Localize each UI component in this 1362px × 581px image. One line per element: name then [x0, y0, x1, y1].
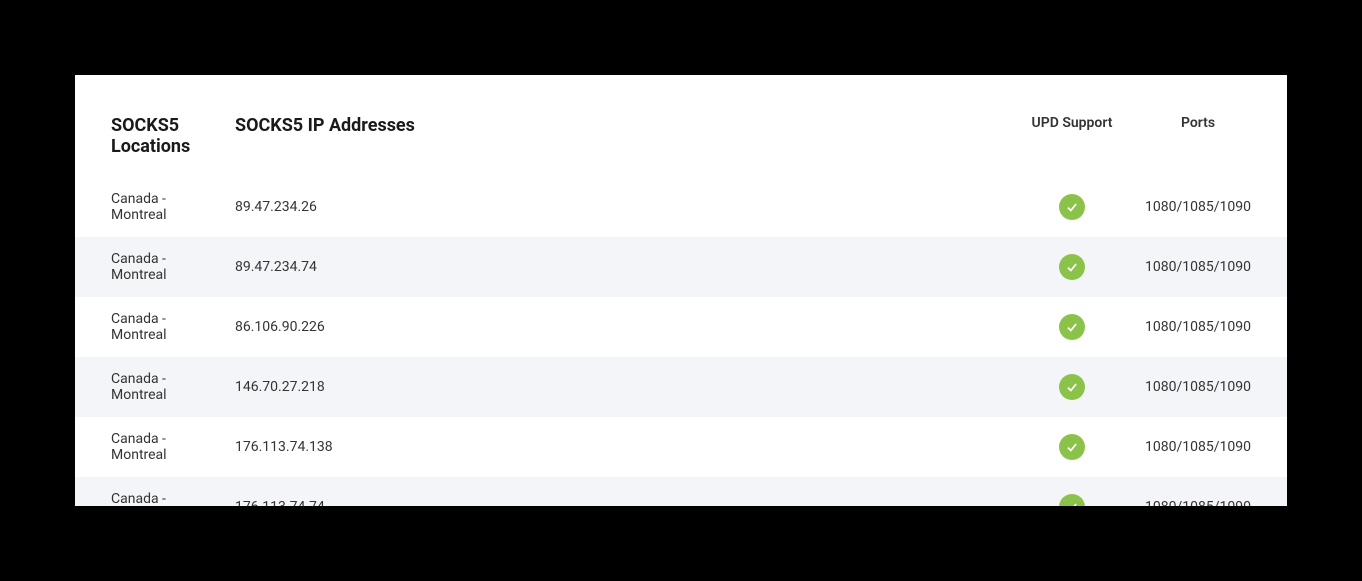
- header-ports: Ports: [1127, 115, 1287, 177]
- cell-location: Canada - Montreal: [75, 417, 225, 477]
- cell-location: Canada - Montreal: [75, 297, 225, 357]
- cell-ports: 1080/1085/1090: [1127, 237, 1287, 297]
- cell-ports: 1080/1085/1090: [1127, 177, 1287, 237]
- table-row: Canada - Montreal89.47.234.74 1080/1085/1…: [75, 237, 1287, 297]
- table-row: Canada - Montreal86.106.90.226 1080/1085/…: [75, 297, 1287, 357]
- socks5-panel: SOCKS5 Locations SOCKS5 IP Addresses UPD…: [75, 75, 1287, 506]
- header-ip-addresses: SOCKS5 IP Addresses: [225, 115, 1017, 177]
- cell-udp: [1017, 177, 1127, 237]
- cell-udp: [1017, 477, 1127, 506]
- cell-ip: 89.47.234.74: [225, 237, 1017, 297]
- cell-ports: 1080/1085/1090: [1127, 357, 1287, 417]
- check-icon: [1059, 374, 1085, 400]
- cell-ip: 176.113.74.74: [225, 477, 1017, 506]
- table-row: Canada - Montreal176.113.74.74 1080/1085/…: [75, 477, 1287, 506]
- header-udp-support: UPD Support: [1017, 115, 1127, 177]
- cell-udp: [1017, 417, 1127, 477]
- cell-ip: 146.70.27.218: [225, 357, 1017, 417]
- cell-ports: 1080/1085/1090: [1127, 477, 1287, 506]
- cell-ports: 1080/1085/1090: [1127, 417, 1287, 477]
- header-locations: SOCKS5 Locations: [75, 115, 225, 177]
- check-icon: [1059, 194, 1085, 220]
- cell-location: Canada - Montreal: [75, 357, 225, 417]
- cell-udp: [1017, 357, 1127, 417]
- cell-ports: 1080/1085/1090: [1127, 297, 1287, 357]
- cell-location: Canada - Montreal: [75, 477, 225, 506]
- cell-ip: 86.106.90.226: [225, 297, 1017, 357]
- table-row: Canada - Montreal146.70.27.218 1080/1085/…: [75, 357, 1287, 417]
- socks5-table: SOCKS5 Locations SOCKS5 IP Addresses UPD…: [75, 115, 1287, 506]
- table-row: Canada - Montreal89.47.234.26 1080/1085/1…: [75, 177, 1287, 237]
- check-icon: [1059, 434, 1085, 460]
- cell-udp: [1017, 297, 1127, 357]
- check-icon: [1059, 254, 1085, 280]
- cell-udp: [1017, 237, 1127, 297]
- cell-location: Canada - Montreal: [75, 237, 225, 297]
- check-icon: [1059, 314, 1085, 340]
- table-row: Canada - Montreal176.113.74.138 1080/1085…: [75, 417, 1287, 477]
- cell-location: Canada - Montreal: [75, 177, 225, 237]
- cell-ip: 89.47.234.26: [225, 177, 1017, 237]
- check-icon: [1059, 494, 1085, 506]
- cell-ip: 176.113.74.138: [225, 417, 1017, 477]
- table-header-row: SOCKS5 Locations SOCKS5 IP Addresses UPD…: [75, 115, 1287, 177]
